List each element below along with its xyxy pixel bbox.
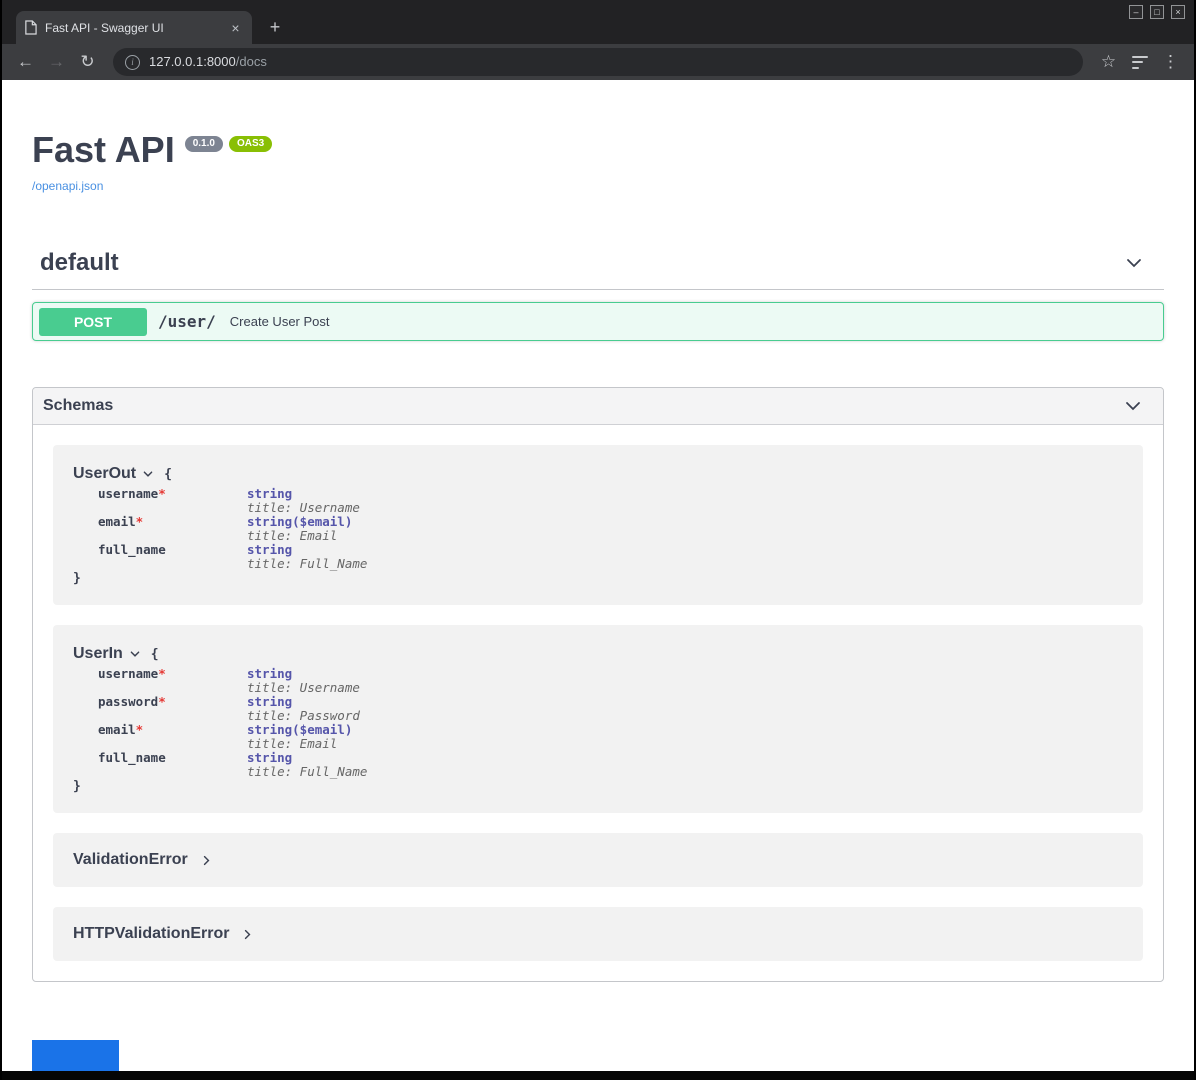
- model-property: email* string($email) title: Email: [98, 723, 1123, 751]
- chevron-down-icon[interactable]: [142, 468, 154, 480]
- model-property: email* string($email) title: Email: [98, 515, 1123, 543]
- tab-title: Fast API - Swagger UI: [45, 21, 219, 35]
- brace-close: }: [73, 571, 1123, 587]
- new-tab-button[interactable]: +: [262, 14, 288, 40]
- schemas-header[interactable]: Schemas: [33, 388, 1163, 425]
- model-title[interactable]: UserIn: [73, 645, 123, 663]
- browser-menu-icon[interactable]: ⋮: [1157, 49, 1184, 76]
- bookmark-star-icon[interactable]: ☆: [1095, 49, 1122, 76]
- url-text: 127.0.0.1:8000/docs: [149, 53, 267, 71]
- reading-list-glyph: [1132, 56, 1148, 69]
- schemas-section: Schemas UserOut { username*: [32, 387, 1164, 982]
- browser-window: Fast API - Swagger UI × + – □ × ← → ↻ i …: [0, 0, 1196, 1080]
- tab-strip: Fast API - Swagger UI × + – □ ×: [2, 0, 1194, 44]
- window-controls: – □ ×: [1129, 5, 1185, 19]
- tag-section-default[interactable]: default: [32, 239, 1164, 290]
- chevron-down-icon[interactable]: [1124, 253, 1144, 273]
- chevron-right-icon[interactable]: [241, 928, 254, 941]
- model-property: full_name string title: Full_Name: [98, 751, 1123, 779]
- model-title[interactable]: UserOut: [73, 465, 136, 483]
- brace-open: {: [164, 467, 172, 482]
- reload-button[interactable]: ↻: [74, 49, 101, 76]
- back-button[interactable]: ←: [12, 49, 39, 76]
- chevron-right-icon[interactable]: [200, 854, 213, 867]
- forward-button[interactable]: →: [43, 49, 70, 76]
- site-info-icon[interactable]: i: [125, 55, 140, 70]
- model-property: full_name string title: Full_Name: [98, 543, 1123, 571]
- http-method-badge: POST: [39, 308, 147, 336]
- required-star: *: [136, 722, 144, 737]
- browser-tab[interactable]: Fast API - Swagger UI ×: [16, 11, 252, 44]
- required-star: *: [158, 666, 166, 681]
- bottom-screen-edge: [2, 1071, 1194, 1080]
- page-title: Fast API: [32, 130, 175, 170]
- status-blue-rect: [32, 1040, 119, 1071]
- endpoint-path: /user/: [158, 312, 216, 331]
- required-star: *: [158, 694, 166, 709]
- url-host: 127.0.0.1:8000: [149, 54, 236, 69]
- model-httpvalidationerror[interactable]: HTTPValidationError: [53, 907, 1143, 961]
- version-badge: 0.1.0: [185, 136, 223, 152]
- brace-close: }: [73, 779, 1123, 795]
- model-title: HTTPValidationError: [73, 925, 229, 943]
- endpoint-summary: Create User Post: [230, 314, 330, 329]
- schemas-title: Schemas: [43, 397, 113, 415]
- url-path: /docs: [236, 54, 267, 69]
- oas3-badge: OAS3: [229, 136, 272, 152]
- address-bar[interactable]: i 127.0.0.1:8000/docs: [113, 48, 1083, 76]
- tag-label: default: [40, 249, 119, 277]
- chevron-down-icon[interactable]: [129, 648, 141, 660]
- chevron-down-icon[interactable]: [1123, 396, 1143, 416]
- page-favicon-icon: [24, 20, 37, 35]
- close-button[interactable]: ×: [1171, 5, 1185, 19]
- maximize-button[interactable]: □: [1150, 5, 1164, 19]
- browser-toolbar: ← → ↻ i 127.0.0.1:8000/docs ☆ ⋮: [2, 44, 1194, 80]
- tab-close-icon[interactable]: ×: [227, 19, 244, 36]
- page-content: Fast API 0.1.0 OAS3 /openapi.json defaul…: [2, 80, 1194, 1080]
- openapi-spec-link[interactable]: /openapi.json: [32, 179, 103, 193]
- schemas-body: UserOut { username* string title: Userna…: [33, 425, 1163, 981]
- api-info: Fast API 0.1.0 OAS3 /openapi.json: [32, 80, 1164, 195]
- model-userout: UserOut { username* string title: Userna…: [53, 445, 1143, 605]
- required-star: *: [158, 486, 166, 501]
- badges: 0.1.0 OAS3: [185, 136, 272, 152]
- model-property: username* string title: Username: [98, 487, 1123, 515]
- model-property: username* string title: Username: [98, 667, 1123, 695]
- model-userin: UserIn { username* string title: Usernam…: [53, 625, 1143, 813]
- endpoint-post-user[interactable]: POST /user/ Create User Post: [32, 302, 1164, 341]
- minimize-button[interactable]: –: [1129, 5, 1143, 19]
- model-validationerror[interactable]: ValidationError: [53, 833, 1143, 887]
- model-property: password* string title: Password: [98, 695, 1123, 723]
- brace-open: {: [151, 647, 159, 662]
- required-star: *: [136, 514, 144, 529]
- model-title: ValidationError: [73, 851, 188, 869]
- reading-list-icon[interactable]: [1126, 49, 1153, 76]
